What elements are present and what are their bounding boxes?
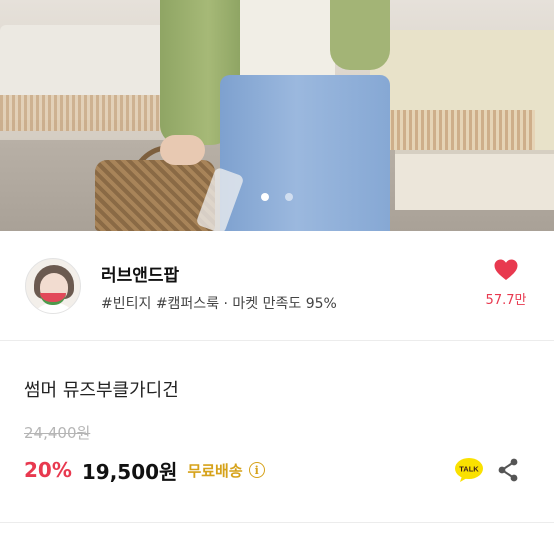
carousel-dot-active[interactable] xyxy=(261,193,269,201)
photo-hand xyxy=(160,135,205,165)
share-icon[interactable] xyxy=(497,458,519,482)
sale-price: 19,500원 xyxy=(81,459,178,484)
shop-name[interactable]: 러브앤드팝 xyxy=(101,261,179,286)
discount-rate: 20% xyxy=(24,458,72,482)
product-image[interactable] xyxy=(0,0,554,231)
shop-info-row[interactable]: 러브앤드팝 #빈티지 #캠퍼스룩 · 마켓 만족도 95% 57.7만 xyxy=(0,231,554,341)
photo-fringe xyxy=(0,95,180,131)
photo-cardigan-sleeve xyxy=(330,0,390,70)
heart-icon xyxy=(494,259,518,280)
carousel-dot[interactable] xyxy=(285,193,293,201)
photo-shirt xyxy=(235,0,335,85)
product-title: 썸머 뮤즈부클가디건 xyxy=(24,380,179,401)
shop-tags: #빈티지 #캠퍼스룩 · 마켓 만족도 95% xyxy=(101,296,337,312)
price-row: 20% 19,500원 무료배송 i xyxy=(24,455,265,485)
free-shipping-label: 무료배송 xyxy=(187,461,243,480)
info-icon[interactable]: i xyxy=(248,462,265,478)
section-divider xyxy=(0,522,554,523)
like-count: 57.7만 xyxy=(485,293,527,308)
photo-jeans xyxy=(220,75,390,231)
photo-fringe xyxy=(385,110,535,150)
original-price: 24,400원 xyxy=(24,424,91,442)
shop-avatar[interactable] xyxy=(25,258,81,314)
like-button[interactable]: 57.7만 xyxy=(480,259,532,308)
carousel-indicator xyxy=(0,193,554,203)
talk-icon-label: TALK xyxy=(459,465,479,474)
kakao-talk-icon[interactable]: TALK xyxy=(454,457,484,483)
